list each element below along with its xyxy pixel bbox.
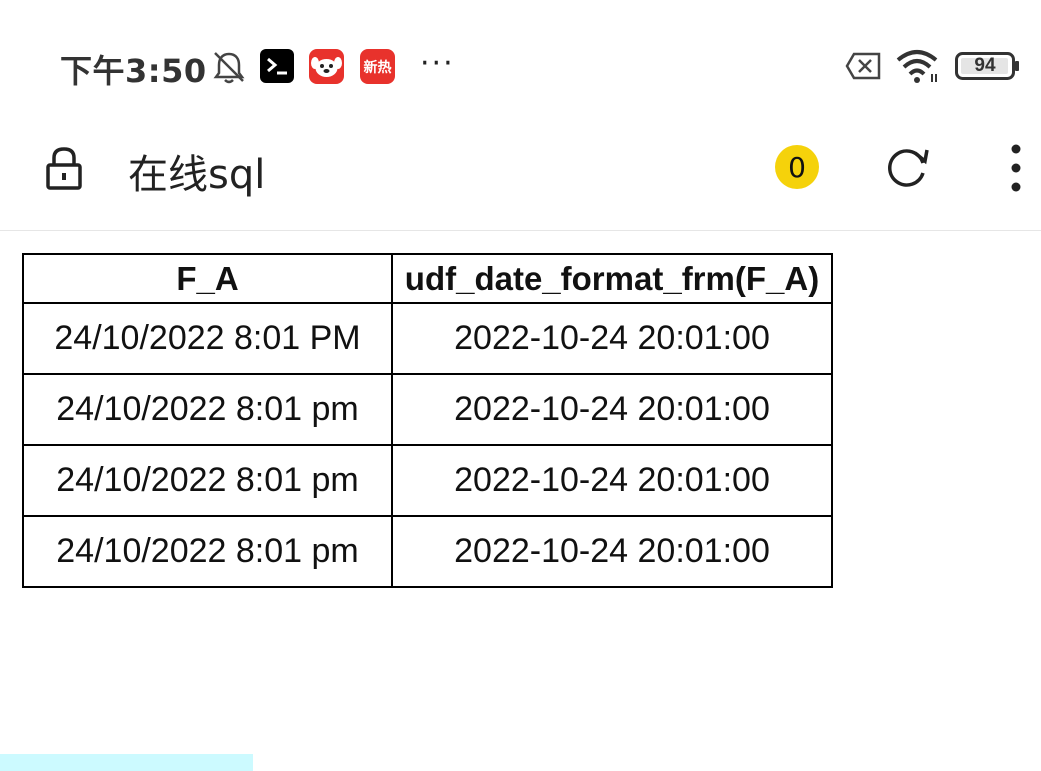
table-cell: 2022-10-24 20:01:00 [391, 373, 833, 446]
status-bar: 下午3:50 新热 ··· 94 [0, 0, 1041, 132]
wifi-icon [896, 50, 938, 83]
battery-level: 94 [974, 55, 996, 76]
table-header-row: F_A udf_date_format_frm(F_A) [22, 253, 833, 304]
table-cell: 2022-10-24 20:01:00 [391, 444, 833, 517]
news-app-icon: 新热 [360, 49, 395, 84]
table-cell: 2022-10-24 20:01:00 [391, 515, 833, 588]
table-cell: 2022-10-24 20:01:00 [391, 302, 833, 375]
page-title: 在线sql [128, 152, 266, 198]
lock-icon[interactable] [44, 146, 84, 190]
result-table: F_A udf_date_format_frm(F_A) 24/10/2022 … [22, 253, 833, 588]
more-options-icon[interactable] [1004, 143, 1028, 193]
column-header: F_A [22, 253, 393, 304]
table-cell: 24/10/2022 8:01 pm [22, 373, 393, 446]
table-cell: 24/10/2022 8:01 PM [22, 302, 393, 375]
status-time: 下午3:50 [60, 52, 207, 90]
terminal-app-icon [260, 49, 294, 83]
more-notifications-icon: ··· [420, 46, 455, 81]
no-sim-icon [845, 52, 881, 80]
bottom-strip [0, 754, 253, 771]
table-row: 24/10/2022 8:01 pm 2022-10-24 20:01:00 [22, 373, 833, 446]
table-cell: 24/10/2022 8:01 pm [22, 444, 393, 517]
bell-off-icon [213, 52, 245, 84]
table-row: 24/10/2022 8:01 pm 2022-10-24 20:01:00 [22, 444, 833, 517]
battery-indicator: 94 [955, 52, 1021, 80]
table-cell: 24/10/2022 8:01 pm [22, 515, 393, 588]
notification-count-badge[interactable]: 0 [775, 145, 819, 189]
column-header: udf_date_format_frm(F_A) [391, 253, 833, 304]
table-row: 24/10/2022 8:01 pm 2022-10-24 20:01:00 [22, 515, 833, 588]
table-row: 24/10/2022 8:01 PM 2022-10-24 20:01:00 [22, 302, 833, 375]
refresh-icon[interactable] [885, 145, 931, 191]
dog-app-icon [309, 49, 344, 84]
